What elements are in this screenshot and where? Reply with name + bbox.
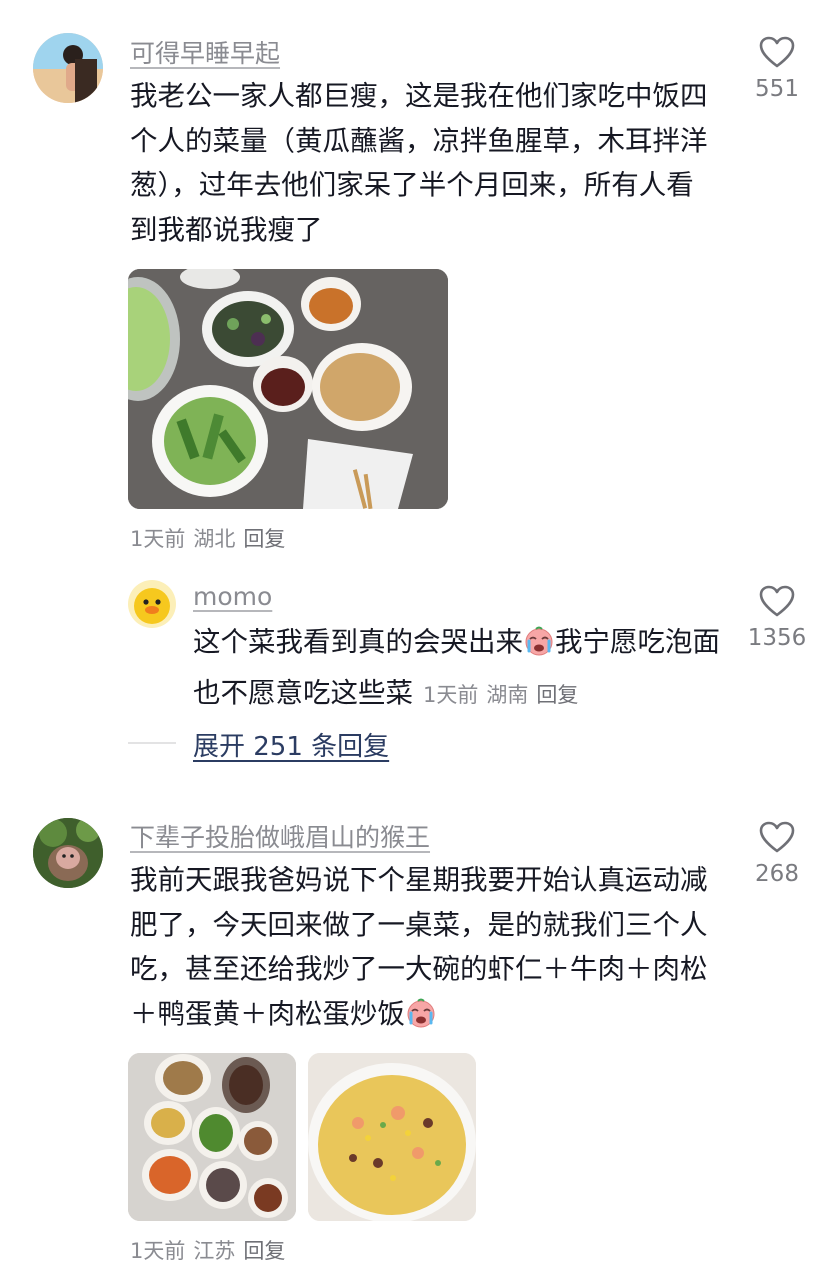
reply-button[interactable]: 回复 bbox=[536, 683, 578, 707]
username[interactable]: 下辈子投胎做峨眉山的猴王 bbox=[130, 818, 430, 854]
like-count: 268 bbox=[755, 861, 799, 887]
reply-button[interactable]: 回复 bbox=[243, 1239, 285, 1263]
reply-meta: 1天前 湖南 回复 bbox=[423, 683, 586, 707]
like-button[interactable]: 551 bbox=[737, 36, 817, 102]
location: 湖北 bbox=[193, 527, 236, 551]
heart-outline-icon bbox=[759, 36, 795, 68]
location: 湖南 bbox=[486, 682, 529, 707]
reply-button[interactable]: 回复 bbox=[243, 527, 285, 551]
location: 江苏 bbox=[193, 1239, 236, 1263]
username[interactable]: 可得早睡早起 bbox=[130, 34, 280, 70]
comment-photo[interactable] bbox=[128, 1053, 296, 1221]
expand-replies-link[interactable]: 展开 251 条回复 bbox=[193, 726, 389, 763]
heart-outline-icon bbox=[759, 821, 795, 853]
timestamp: 1天前 bbox=[423, 682, 479, 707]
like-button[interactable]: 1356 bbox=[737, 585, 817, 651]
expand-divider bbox=[128, 742, 176, 744]
comment-text: 我老公一家人都巨瘦，这是我在他们家吃中饭四个人的菜量（黄瓜蘸酱，凉拌鱼腥草，木耳… bbox=[130, 80, 708, 246]
crying-face-emoji bbox=[405, 997, 437, 1043]
heart-outline-icon bbox=[759, 585, 795, 617]
comment-text: 我前天跟我爸妈说下个星期我要开始认真运动减肥了，今天回来做了一桌菜，是的就我们三… bbox=[130, 858, 710, 1042]
username[interactable]: momo bbox=[193, 582, 272, 611]
comment-photo[interactable] bbox=[128, 269, 448, 509]
comment-meta: 1天前 江苏 回复 bbox=[130, 1235, 293, 1265]
reply-text-part1: 这个菜我看到真的会哭出来 bbox=[193, 626, 523, 658]
avatar[interactable] bbox=[128, 580, 176, 628]
reply-text: 这个菜我看到真的会哭出来 我宁愿吃泡面也不愿意吃这些菜 1天前 湖南 回复 bbox=[193, 620, 733, 717]
timestamp: 1天前 bbox=[130, 527, 186, 551]
timestamp: 1天前 bbox=[130, 1239, 186, 1263]
like-count: 551 bbox=[755, 76, 799, 102]
avatar[interactable] bbox=[33, 33, 103, 103]
crying-face-emoji bbox=[523, 625, 555, 671]
avatar[interactable] bbox=[33, 818, 103, 888]
like-count: 1356 bbox=[747, 625, 807, 651]
comment-photo[interactable] bbox=[308, 1053, 476, 1221]
like-button[interactable]: 268 bbox=[737, 821, 817, 887]
comment-meta: 1天前 湖北 回复 bbox=[130, 523, 293, 553]
